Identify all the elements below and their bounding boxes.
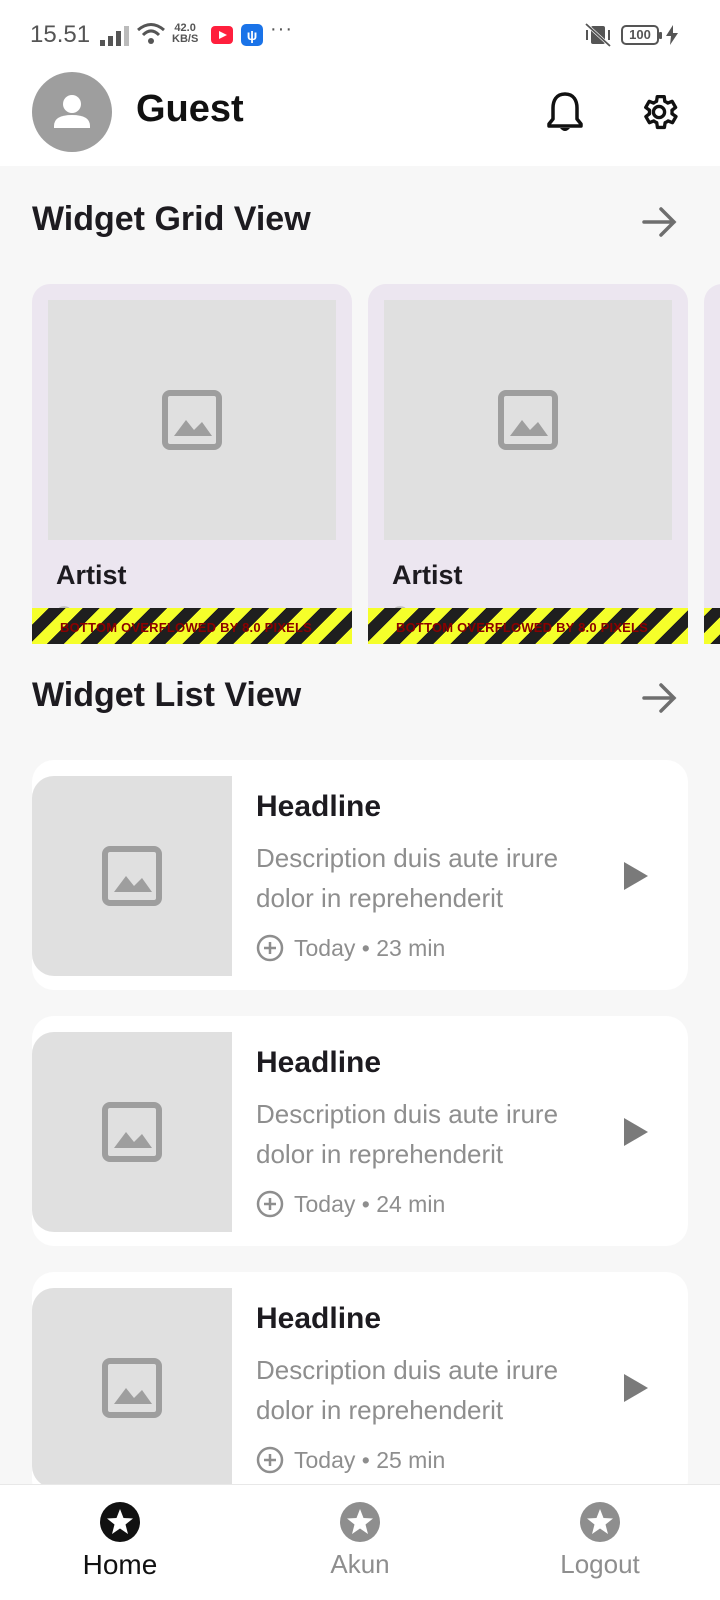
nav-label-akun: Akun: [330, 1549, 390, 1579]
add-circle-icon[interactable]: [256, 934, 284, 962]
usb-app-icon: ψ: [241, 24, 263, 46]
list-item-headline: Headline: [256, 1046, 382, 1079]
bottom-navigation: Home Akun Logout: [0, 1484, 720, 1600]
nav-item-akun[interactable]: Akun: [280, 1501, 440, 1580]
vibrate-off-icon: [584, 23, 612, 47]
charging-icon: [666, 25, 678, 45]
bell-icon: [547, 92, 583, 131]
list-section-title: Widget List View: [32, 676, 302, 714]
avatar-person-icon: [54, 95, 90, 128]
grid-card-image: [48, 300, 336, 540]
list-item[interactable]: Headline Description duis aute irure dol…: [32, 760, 688, 990]
grid-card-peek[interactable]: [704, 284, 720, 644]
list-see-all-arrow-icon[interactable]: [640, 678, 680, 718]
signal-icon: [100, 26, 129, 46]
status-bar: 15.51 42.0 KB/S ψ ··· 100: [0, 0, 720, 70]
gear-icon: [644, 94, 678, 130]
image-placeholder-icon: [102, 1358, 162, 1418]
notifications-button[interactable]: [541, 88, 589, 136]
image-placeholder-icon: [102, 846, 162, 906]
list-item-description: Description duis aute irure dolor in rep…: [256, 843, 559, 913]
star-circle-icon: [340, 1502, 380, 1542]
net-speed: 42.0 KB/S: [172, 23, 198, 45]
grid-card[interactable]: Artist Song BOTTOM OVERFLOWED BY 8.0 PIX…: [32, 284, 352, 644]
grid-card[interactable]: Artist Song BOTTOM OVERFLOWED BY 8.0 PIX…: [368, 284, 688, 644]
grid-section-title: Widget Grid View: [32, 200, 311, 238]
list-item-image: [32, 776, 232, 976]
list-item[interactable]: Headline Description duis aute irure dol…: [32, 1016, 688, 1246]
list-item-meta: Today • 23 min: [256, 934, 445, 962]
list-item-headline: Headline: [256, 1302, 382, 1335]
youtube-app-icon: [211, 26, 233, 44]
overflow-warning-stripe: [704, 608, 720, 644]
list-item-meta: Today • 25 min: [256, 1446, 445, 1474]
grid-card-image: [384, 300, 672, 540]
list-item-image: [32, 1288, 232, 1488]
settings-button[interactable]: [635, 88, 683, 136]
image-placeholder-icon: [102, 1102, 162, 1162]
app-header: Guest: [0, 70, 720, 166]
overflow-warning-text: BOTTOM OVERFLOWED BY 8.0 PIXELS: [60, 620, 313, 635]
username: Guest: [136, 88, 244, 130]
play-icon[interactable]: [616, 1370, 652, 1406]
more-notifications-icon: ···: [270, 18, 293, 40]
image-placeholder-icon: [498, 390, 558, 450]
list-item-image: [32, 1032, 232, 1232]
grid-card-artist: Artist: [392, 560, 463, 590]
nav-label-home: Home: [82, 1549, 158, 1580]
list-item-meta-text: Today • 25 min: [294, 1446, 446, 1473]
list-item[interactable]: Headline Description duis aute irure dol…: [32, 1272, 688, 1502]
wifi-icon: [137, 23, 165, 44]
list-item-meta-text: Today • 24 min: [294, 1190, 446, 1217]
list-item-meta-text: Today • 23 min: [294, 934, 446, 961]
star-circle-icon: [580, 1502, 620, 1542]
nav-item-logout[interactable]: Logout: [520, 1501, 680, 1580]
image-placeholder-icon: [162, 390, 222, 450]
grid-card-artist: Artist: [56, 560, 127, 590]
list-item-description: Description duis aute irure dolor in rep…: [256, 1355, 559, 1425]
battery-icon: 100: [621, 25, 662, 45]
play-icon[interactable]: [616, 1114, 652, 1150]
avatar[interactable]: [32, 72, 112, 152]
nav-label-logout: Logout: [560, 1549, 640, 1579]
nav-item-home[interactable]: Home: [40, 1501, 200, 1581]
list-item-meta: Today • 24 min: [256, 1190, 445, 1218]
net-speed-unit: KB/S: [172, 33, 199, 45]
overflow-warning-text: BOTTOM OVERFLOWED BY 8.0 PIXELS: [396, 620, 649, 635]
add-circle-icon[interactable]: [256, 1446, 284, 1474]
star-circle-icon: [100, 1502, 140, 1542]
list-item-headline: Headline: [256, 790, 382, 823]
grid-see-all-arrow-icon[interactable]: [640, 202, 680, 242]
add-circle-icon[interactable]: [256, 1190, 284, 1218]
list-item-description: Description duis aute irure dolor in rep…: [256, 1099, 559, 1169]
status-time: 15.51: [30, 21, 91, 48]
play-icon[interactable]: [616, 858, 652, 894]
